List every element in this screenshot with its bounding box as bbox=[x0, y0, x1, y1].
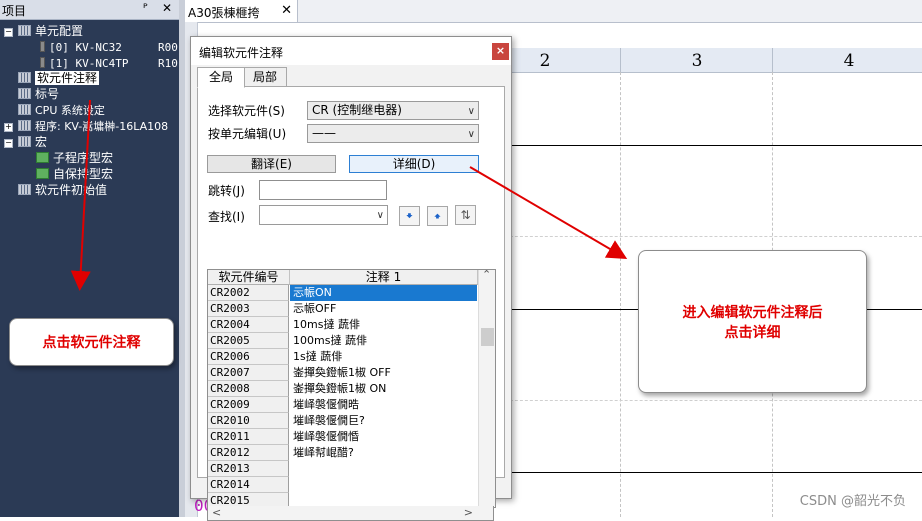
annotation-arrows bbox=[70, 99, 628, 291]
arrow-to-detail-button bbox=[469, 166, 628, 260]
tab-global[interactable]: 全局 bbox=[197, 67, 245, 88]
watermark: CSDN @韶光不负 bbox=[799, 494, 906, 509]
arrow-to-tree-item bbox=[70, 99, 91, 291]
